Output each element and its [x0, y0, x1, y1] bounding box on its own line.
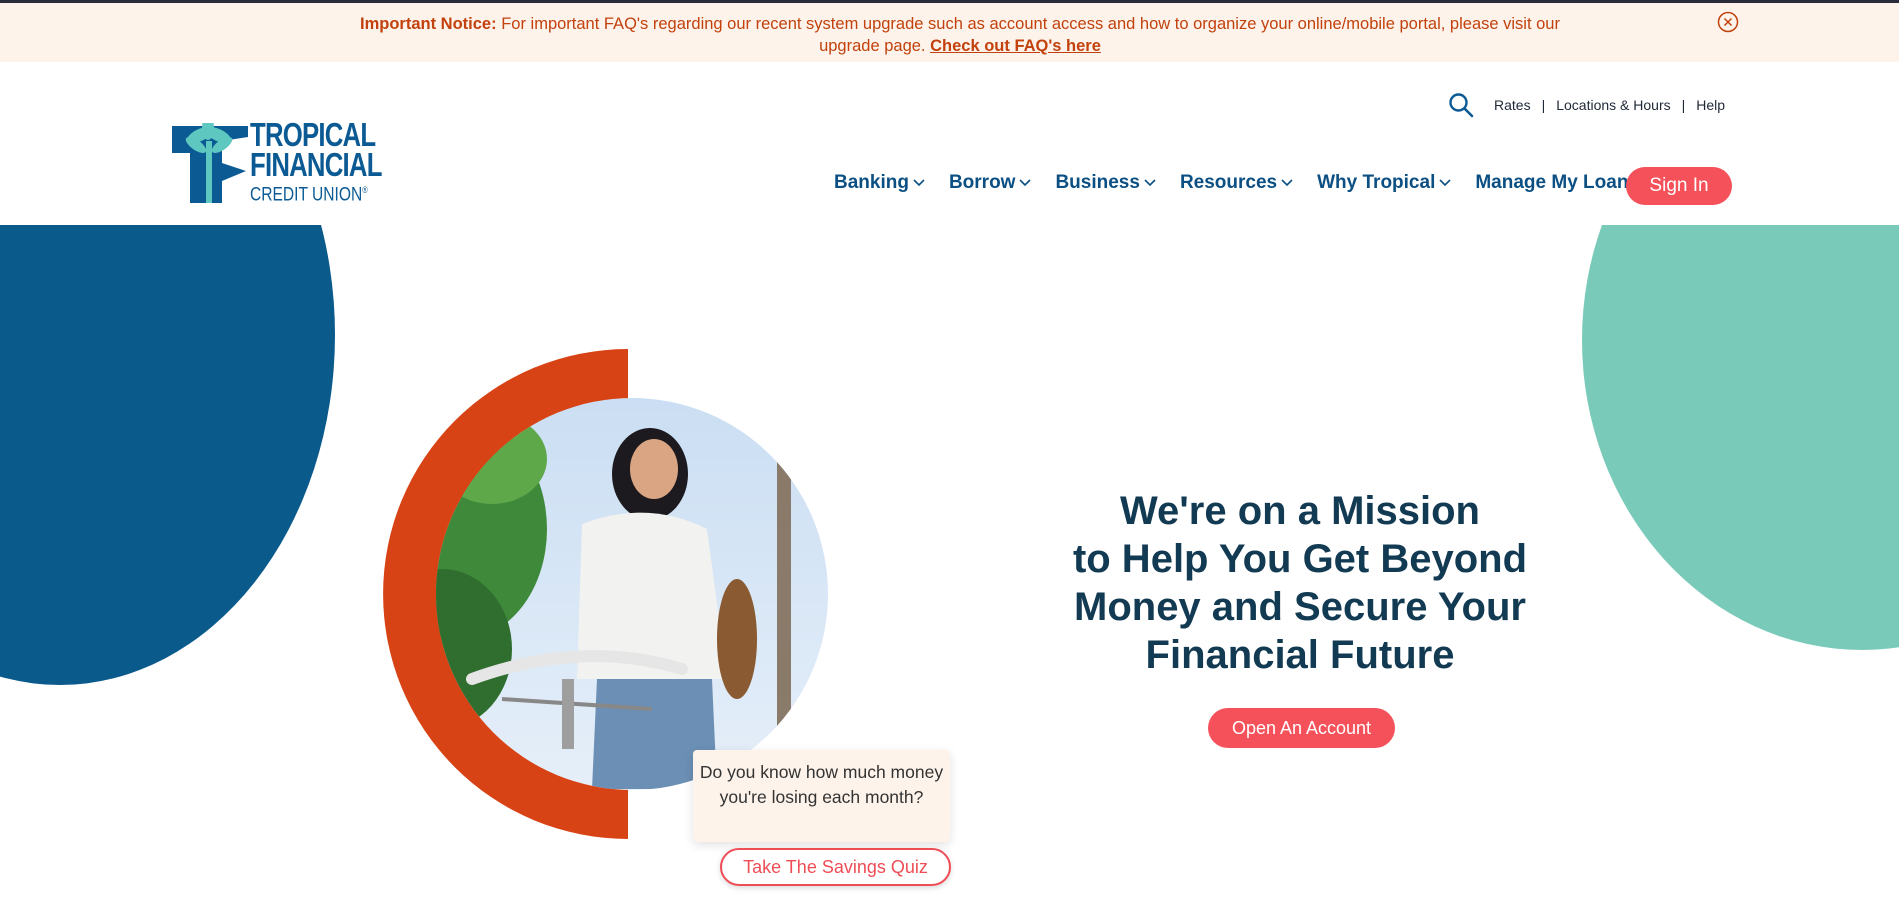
- teal-circle-decoration: [1582, 225, 1899, 650]
- locations-hours-link[interactable]: Locations & Hours: [1556, 97, 1670, 113]
- utility-nav: Rates | Locations & Hours | Help: [1448, 92, 1725, 118]
- separator: |: [1681, 97, 1686, 113]
- help-link[interactable]: Help: [1696, 97, 1725, 113]
- hero-headline: We're on a Mission to Help You Get Beyon…: [1030, 487, 1570, 679]
- sign-in-button[interactable]: Sign In: [1626, 167, 1732, 205]
- notice-label: Important Notice:: [360, 15, 497, 33]
- notice-bar: Important Notice: For important FAQ's re…: [0, 0, 1899, 62]
- nav-label: Manage My Loan: [1475, 172, 1629, 193]
- nav-item-resources[interactable]: Resources: [1180, 172, 1293, 194]
- chevron-down-icon: [1439, 179, 1451, 187]
- quiz-prompt: Do you know how much money you're losing…: [699, 762, 944, 807]
- separator: |: [1541, 97, 1546, 113]
- savings-quiz-button[interactable]: Take The Savings Quiz: [720, 848, 951, 886]
- headline-line: We're on a Mission: [1120, 489, 1480, 533]
- main-nav: Banking Borrow Business Resources Why Tr…: [834, 172, 1652, 194]
- nav-label: Business: [1055, 172, 1140, 193]
- chevron-down-icon: [1144, 179, 1156, 187]
- logo-line-3-text: CREDIT UNION: [250, 184, 363, 206]
- nav-item-why-tropical[interactable]: Why Tropical: [1317, 172, 1451, 194]
- nav-label: Banking: [834, 172, 909, 193]
- logo-line-3: CREDIT UNION®: [250, 180, 388, 205]
- nav-label: Borrow: [948, 172, 1016, 193]
- logo-wordmark[interactable]: TROPICAL FINANCIAL CREDIT UNION®: [250, 118, 419, 205]
- nav-label: Why Tropical: [1317, 172, 1436, 193]
- registered-mark: ®: [362, 185, 368, 195]
- nav-label: Resources: [1179, 172, 1278, 193]
- open-account-button[interactable]: Open An Account: [1208, 708, 1395, 748]
- chevron-down-icon: [1281, 179, 1293, 187]
- nav-item-business[interactable]: Business: [1055, 172, 1156, 194]
- nav-item-manage-my-loan[interactable]: Manage My Loan: [1475, 172, 1628, 194]
- close-icon[interactable]: [1717, 11, 1739, 33]
- nav-item-borrow[interactable]: Borrow: [949, 172, 1032, 194]
- logo-line-2: FINANCIAL: [250, 146, 382, 183]
- chevron-down-icon: [913, 179, 925, 187]
- notice-message: Important Notice: For important FAQ's re…: [340, 13, 1580, 57]
- search-icon[interactable]: [1448, 92, 1474, 118]
- faq-link[interactable]: Check out FAQ's here: [930, 37, 1101, 55]
- savings-quiz-card: Do you know how much money you're losing…: [693, 750, 950, 842]
- blue-circle-decoration: [0, 225, 335, 685]
- headline-line: Financial Future: [1145, 633, 1455, 677]
- hero-section: We're on a Mission to Help You Get Beyon…: [0, 225, 1899, 922]
- nav-item-banking[interactable]: Banking: [834, 172, 925, 194]
- headline-line: Money and Secure Your: [1074, 585, 1526, 629]
- headline-line: to Help You Get Beyond: [1072, 537, 1528, 581]
- chevron-down-icon: [1019, 179, 1032, 187]
- rates-link[interactable]: Rates: [1494, 97, 1531, 113]
